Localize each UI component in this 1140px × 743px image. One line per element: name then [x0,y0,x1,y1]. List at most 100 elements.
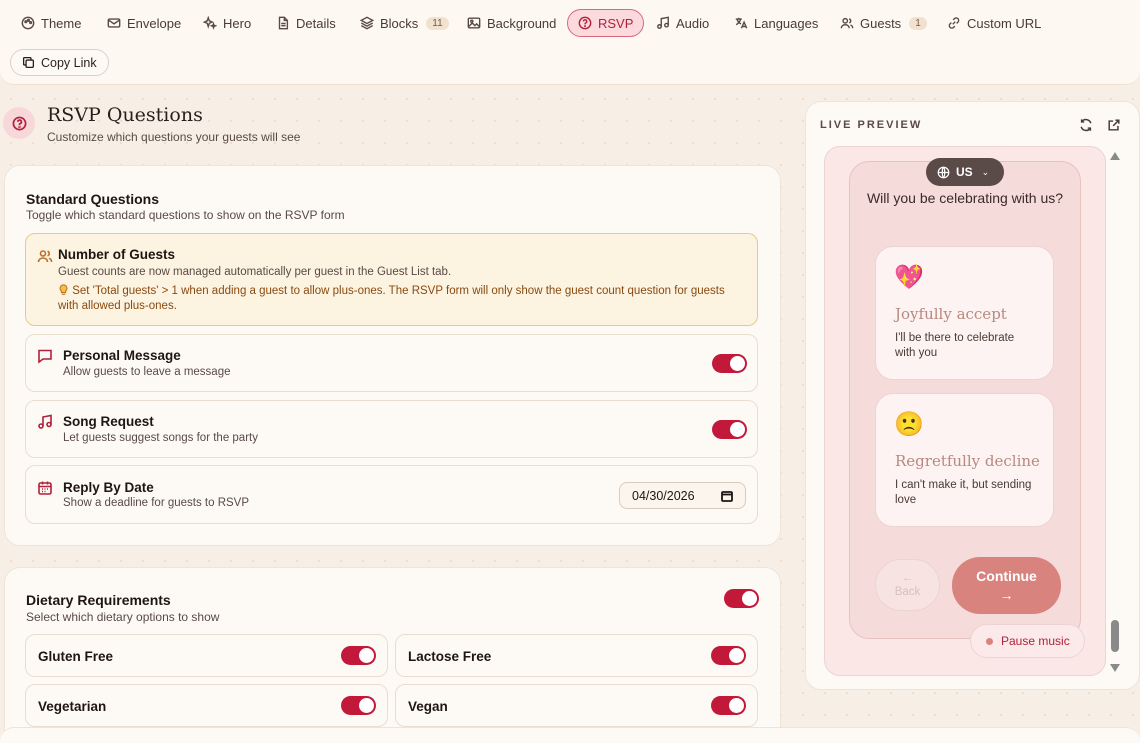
reply-by-date-title: Reply By Date [63,480,154,495]
song-request-toggle[interactable] [712,420,747,439]
preview-scrollbar[interactable] [1109,152,1121,672]
tab-audio[interactable]: Audio [646,9,719,37]
help-circle-icon [578,16,592,30]
envelope-icon [107,18,121,28]
tab-hero[interactable]: Hero [193,9,261,37]
music-note-icon [38,414,52,429]
accept-subtitle: I'll be there to celebrate with you [895,332,1015,359]
accept-title: Joyfully accept [895,305,1007,323]
translate-icon [735,17,748,29]
palette-icon [21,16,35,30]
bottom-card-edge [0,727,1140,743]
calendar-icon-wrap [37,480,53,496]
copy-icon [22,56,35,69]
reply-date-input[interactable]: 04/30/2026 [619,482,746,509]
dietary-title: Dietary Requirements [26,592,171,608]
lactose-free-toggle[interactable] [711,646,746,665]
dietary-master-toggle[interactable] [724,589,759,608]
tab-label: RSVP [598,15,634,31]
reply-by-date-subtitle: Show a deadline for guests to RSVP [63,497,250,509]
scroll-thumb[interactable] [1111,620,1119,652]
pause-music-button[interactable]: Pause music [970,624,1085,658]
diet-option-vegan: Vegan [395,684,758,727]
back-button[interactable]: ← Back [875,559,940,611]
preview-phone-frame: US ⌄ Will you be celebrating with us? 💖 … [824,146,1106,676]
users-icon [840,17,854,29]
tab-label: Blocks [380,15,419,31]
diet-option-gluten-free: Gluten Free [25,634,388,677]
document-icon [278,16,289,30]
external-link-icon[interactable] [1107,118,1121,132]
users-icon [37,250,53,263]
page-title: RSVP Questions [47,104,203,126]
sad-face-icon: 🙁 [894,411,924,438]
scroll-up-arrow[interactable] [1110,152,1120,160]
live-preview-panel: LIVE PREVIEW US ⌄ Will you be celebratin… [805,101,1140,690]
accept-option[interactable]: 💖 Joyfully accept I'll be there to celeb… [875,246,1054,380]
decline-title: Regretfully decline [895,452,1040,470]
tab-label: Details [296,15,336,31]
continue-label: Continue [976,567,1037,584]
decline-subtitle: I can't make it, but sending love [895,479,1032,506]
personal-message-row: Personal Message Allow guests to leave a… [25,334,758,392]
tab-custom-url[interactable]: Custom URL [937,9,1051,37]
tab-rsvp[interactable]: RSVP [567,9,645,37]
number-of-guests-subtitle: Guest counts are now managed automatical… [58,266,452,278]
tab-languages[interactable]: Languages [724,9,828,37]
blocks-count-badge: 11 [426,16,449,30]
dietary-subtitle: Select which dietary options to show [26,610,220,624]
tab-theme[interactable]: Theme [11,9,91,37]
copy-link-button[interactable]: Copy Link [10,49,109,76]
tab-details[interactable]: Details [266,9,346,37]
guests-count-badge: 1 [909,16,927,30]
language-selector[interactable]: US ⌄ [926,158,1004,186]
music-status-dot [986,637,993,645]
tab-label: Languages [754,15,819,31]
refresh-icon[interactable] [1079,118,1093,132]
diet-option-label: Vegan [408,699,448,714]
language-code: US [956,165,973,179]
song-request-title: Song Request [63,414,154,429]
tab-envelope[interactable]: Envelope [97,9,191,37]
personal-message-toggle[interactable] [712,354,747,373]
rsvp-question: Will you be celebrating with us? [866,190,1064,206]
tab-blocks[interactable]: Blocks 11 [350,9,459,37]
pause-music-label: Pause music [1001,634,1070,648]
personal-message-subtitle: Allow guests to leave a message [63,366,231,378]
number-of-guests-title: Number of Guests [58,247,176,262]
tab-background[interactable]: Background [457,9,566,37]
lightbulb-icon [58,284,69,296]
music-icon-wrap [37,414,53,430]
personal-message-title: Personal Message [63,348,181,363]
image-icon [467,17,481,29]
vegan-toggle[interactable] [711,696,746,715]
link-icon [948,17,960,29]
help-circle-icon [12,116,26,130]
song-request-row: Song Request Let guests suggest songs fo… [25,400,758,458]
live-preview-label: LIVE PREVIEW [820,119,923,131]
back-label: Back [894,586,921,598]
plus-ones-tip-text: Set 'Total guests' > 1 when adding a gue… [58,285,725,312]
tab-label: Theme [41,15,82,31]
chevron-down-icon: ⌄ [981,166,990,177]
tab-label: Guests [860,15,902,31]
diet-option-vegetarian: Vegetarian [25,684,388,727]
calendar-picker-icon[interactable] [721,490,733,502]
tab-label: Background [487,15,557,31]
users-icon-wrap [37,248,53,264]
tab-guests[interactable]: Guests 1 [830,9,937,37]
diet-option-label: Vegetarian [38,699,107,714]
calendar-icon [38,481,52,495]
decline-option[interactable]: 🙁 Regretfully decline I can't make it, b… [875,393,1054,527]
vegetarian-toggle[interactable] [341,696,376,715]
tab-label: Audio [676,15,710,31]
rsvp-section-icon [3,107,35,139]
gluten-free-toggle[interactable] [341,646,376,665]
layers-icon [360,16,374,30]
sparkling-heart-icon: 💖 [894,264,924,291]
standard-questions-title: Standard Questions [26,191,160,207]
scroll-down-arrow[interactable] [1110,664,1120,672]
continue-button[interactable]: Continue → [952,557,1061,614]
page-subtitle: Customize which questions your guests wi… [47,130,301,144]
plus-ones-tip: Set 'Total guests' > 1 when adding a gue… [58,284,738,314]
